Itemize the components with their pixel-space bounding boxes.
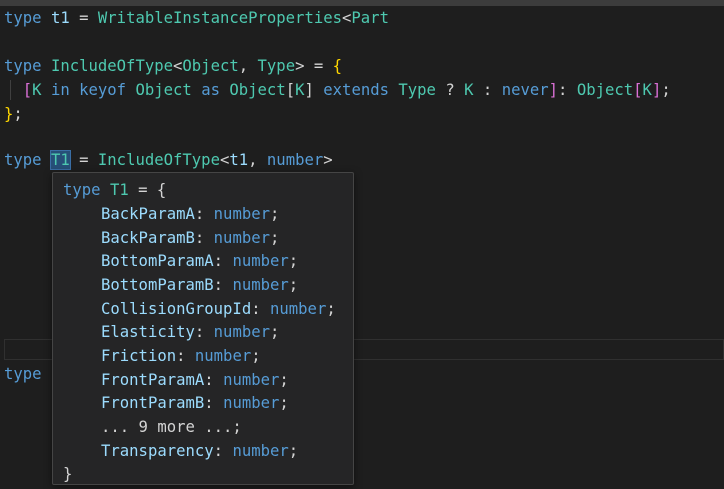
object-type-ref[interactable]: Object	[229, 81, 285, 99]
member-type: number	[232, 276, 289, 294]
semicolon: ;	[661, 81, 671, 99]
equals-operator: =	[79, 151, 89, 169]
generic-type-name[interactable]: IncludeOfType	[98, 151, 220, 169]
keyword-extends: extends	[323, 81, 389, 99]
colon: :	[482, 81, 493, 99]
member-name: BackParamB	[101, 229, 195, 247]
index-open: [	[285, 81, 296, 99]
member-name: CollisionGroupId	[101, 300, 252, 318]
editor-top-bar	[0, 0, 724, 6]
question-operator: ?	[445, 81, 455, 99]
type-param-ref[interactable]: Type	[398, 81, 436, 99]
hover-header: type T1 = {	[63, 179, 166, 203]
hover-member-row: BottomParamB: number;	[101, 276, 299, 294]
code-line-1[interactable]: type t1 = WritableInstanceProperties<Par…	[4, 7, 389, 29]
member-name: FrontParamA	[101, 371, 205, 389]
member-type: number	[223, 394, 280, 412]
member-type: number	[194, 347, 252, 365]
member-type: number	[213, 323, 271, 341]
index-open: [	[633, 81, 643, 99]
hover-member-row: BottomParamA: number;	[101, 252, 299, 270]
member-type: number	[213, 229, 271, 247]
member-name: Elasticity	[101, 323, 195, 341]
angle-close: >	[295, 57, 305, 75]
hover-member-row: Elasticity: number;	[101, 323, 280, 341]
keyword-as: as	[201, 81, 220, 99]
open-bracket: [	[22, 81, 33, 99]
hover-member-row: FrontParamB: number;	[101, 394, 289, 412]
hovered-type-name[interactable]: T1	[49, 150, 71, 170]
member-type: number	[213, 205, 271, 223]
hover-more-indicator: ... 9 more ...;	[101, 418, 242, 436]
type-param-object[interactable]: Object	[182, 57, 238, 75]
member-name: BottomParamA	[101, 252, 214, 270]
code-line-3[interactable]: [K in keyof Object as Object[K] extends …	[4, 79, 671, 101]
member-type: number	[232, 442, 289, 460]
keyword-never: never	[501, 81, 549, 99]
keyword-type: type	[4, 365, 42, 383]
member-name: Friction	[101, 347, 177, 365]
key-variable[interactable]: K	[32, 81, 41, 99]
type-argument[interactable]: Part	[351, 9, 389, 27]
hover-close-brace: }	[63, 465, 73, 483]
index-close: ]	[651, 81, 662, 99]
hover-member-row: BackParamA: number;	[101, 205, 280, 223]
member-type: number	[232, 252, 289, 270]
close-bracket: ]	[548, 81, 559, 99]
comma: ,	[238, 57, 249, 75]
keyword-type: type	[4, 57, 42, 75]
equals-operator: =	[138, 181, 148, 199]
semicolon: ;	[13, 105, 23, 123]
type-argument-number[interactable]: number	[267, 151, 323, 169]
hover-type-name: T1	[109, 181, 129, 199]
keyword-type: type	[63, 181, 101, 199]
code-line-4[interactable]: };	[4, 103, 23, 125]
angle-open: <	[173, 57, 183, 75]
key-variable[interactable]: K	[464, 81, 473, 99]
object-type-ref[interactable]: Object	[577, 81, 633, 99]
hover-member-row: Friction: number;	[101, 347, 261, 365]
keyword-type: type	[4, 9, 42, 27]
key-variable[interactable]: K	[643, 81, 652, 99]
code-line-6[interactable]: type	[4, 363, 42, 385]
angle-open: <	[219, 151, 230, 169]
generic-type-name[interactable]: WritableInstanceProperties	[98, 9, 342, 27]
type-param-type[interactable]: Type	[258, 57, 296, 75]
hover-member-row: Transparency: number;	[101, 442, 299, 460]
colon: :	[558, 81, 568, 99]
hover-member-row: FrontParamA: number;	[101, 371, 289, 389]
hover-member-row: CollisionGroupId: number;	[101, 300, 336, 318]
angle-open: <	[342, 9, 352, 27]
equals-operator: =	[313, 57, 324, 75]
equals-operator: =	[79, 9, 89, 27]
hover-member-row: BackParamB: number;	[101, 229, 280, 247]
type-alias-name[interactable]: t1	[51, 9, 70, 27]
key-variable[interactable]: K	[295, 81, 304, 99]
comma: ,	[248, 151, 258, 169]
code-line-5[interactable]: type T1 = IncludeOfType<t1, number>	[4, 149, 333, 171]
open-brace: {	[156, 181, 167, 199]
member-name: FrontParamB	[101, 394, 205, 412]
keyword-keyof: keyof	[79, 81, 127, 99]
open-brace: {	[332, 57, 343, 75]
keyword-in: in	[50, 81, 70, 99]
type-alias-name[interactable]: IncludeOfType	[51, 57, 173, 75]
member-name: BackParamA	[101, 205, 195, 223]
member-name: BottomParamB	[101, 276, 214, 294]
hover-tooltip: type T1 = { BackParamA: number; BackPara…	[52, 172, 354, 485]
angle-close: >	[323, 151, 333, 169]
member-type: number	[223, 371, 280, 389]
close-brace: }	[4, 105, 14, 123]
object-type-ref[interactable]: Object	[135, 81, 191, 99]
member-name: Transparency	[101, 442, 214, 460]
code-line-2[interactable]: type IncludeOfType<Object, Type> = {	[4, 55, 342, 77]
member-type: number	[270, 300, 327, 318]
type-argument[interactable]: t1	[229, 151, 248, 169]
index-close: ]	[304, 81, 314, 99]
keyword-type: type	[4, 151, 42, 169]
